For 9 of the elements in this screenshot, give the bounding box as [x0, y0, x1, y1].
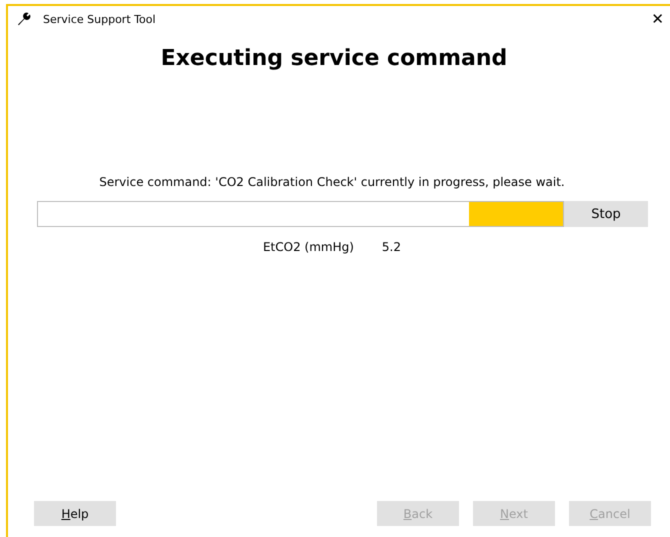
window-title: Service Support Tool	[43, 12, 156, 26]
status-message: Service command: 'CO2 Calibration Check' currently in progress, please wait.	[98, 175, 566, 189]
wizard-button[interactable]: Help	[34, 501, 116, 526]
page-heading: Executing service command	[160, 46, 508, 71]
wrench-icon	[17, 12, 31, 26]
reading-label: EtCO2 (mmHg)	[262, 240, 354, 254]
close-button[interactable]: ✕	[645, 10, 670, 28]
stop-button[interactable]: Stop	[564, 201, 648, 227]
reading-value: 5.2	[382, 240, 402, 254]
